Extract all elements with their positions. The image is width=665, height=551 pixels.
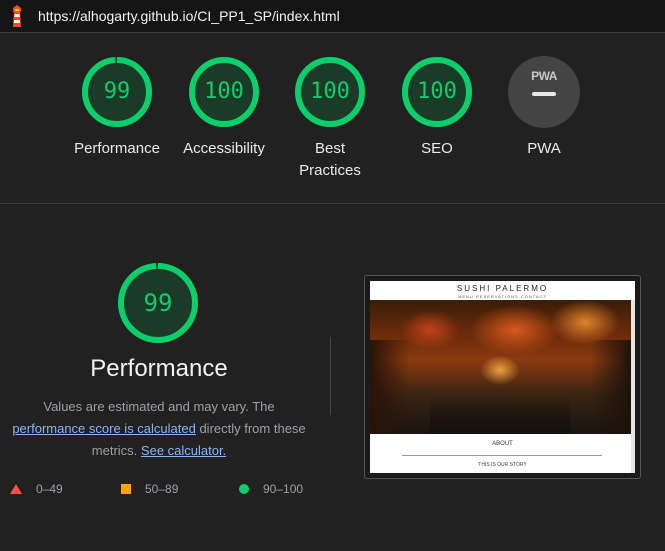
site-title: SUSHI PALERMO — [456, 284, 549, 293]
section-divider — [330, 337, 331, 415]
screenshot-page: SUSHI PALERMO MENU RESERVATIONS CONTACT … — [370, 281, 635, 473]
about-divider — [402, 455, 602, 456]
legend-range: 0–49 — [36, 482, 63, 496]
legend-range: 90–100 — [263, 482, 304, 496]
desc-text: Values are estimated and may vary. The — [43, 399, 275, 414]
site-nav: MENU RESERVATIONS CONTACT — [458, 294, 547, 299]
gauge-score: 100 — [310, 79, 350, 104]
pwa-dash-icon — [532, 92, 556, 96]
legend-fail: 0–49 — [10, 482, 63, 496]
category-gauges: 99 Performance 100 Accessibility 100 Bes… — [0, 34, 665, 204]
url-bar: https://alhogarty.github.io/CI_PP1_SP/in… — [0, 0, 665, 33]
gauge-seo[interactable]: 100 SEO — [382, 56, 492, 160]
final-screenshot[interactable]: SUSHI PALERMO MENU RESERVATIONS CONTACT … — [364, 275, 641, 479]
gauge-score: 100 — [417, 79, 457, 104]
gauge-pwa[interactable]: PWA PWA — [489, 56, 599, 160]
gauge-label: Best Practices — [299, 140, 361, 179]
legend-average: 50–89 — [121, 482, 178, 496]
report-url[interactable]: https://alhogarty.github.io/CI_PP1_SP/in… — [38, 8, 340, 24]
legend-pass: 90–100 — [239, 482, 303, 496]
square-icon — [121, 484, 131, 494]
see-calculator-link[interactable]: See calculator. — [141, 443, 226, 458]
gauge-label: Performance — [74, 140, 160, 157]
triangle-icon — [10, 484, 22, 494]
screenshot-scrollbar — [631, 300, 635, 473]
performance-section: 99 Performance Values are estimated and … — [0, 205, 665, 551]
score-calculated-link[interactable]: performance score is calculated — [12, 421, 196, 436]
gauge-score: 100 — [204, 79, 244, 104]
gauge-label: SEO — [421, 140, 453, 157]
about-heading: ABOUT — [492, 441, 513, 447]
pwa-badge-icon: PWA — [508, 56, 580, 128]
performance-title: Performance — [90, 355, 228, 382]
gauge-label: PWA — [527, 140, 561, 157]
gauge-score: 99 — [103, 79, 131, 104]
gauge-best-practices[interactable]: 100 Best Practices — [275, 56, 385, 182]
story-heading: THIS IS OUR STORY — [478, 462, 527, 468]
gauge-label: Accessibility — [183, 140, 265, 157]
circle-icon — [239, 484, 249, 494]
gauge-performance[interactable]: 99 Performance — [62, 56, 172, 160]
performance-description: Values are estimated and may vary. The p… — [8, 396, 310, 462]
gauge-accessibility[interactable]: 100 Accessibility — [169, 56, 279, 160]
legend-range: 50–89 — [145, 482, 179, 496]
hero-image — [370, 300, 631, 434]
pwa-badge-text: PWA — [531, 69, 557, 83]
performance-score: 99 — [143, 289, 173, 317]
lighthouse-icon — [10, 5, 24, 27]
performance-gauge: 99 — [117, 262, 199, 344]
score-legend: 0–49 50–89 90–100 — [10, 482, 330, 502]
